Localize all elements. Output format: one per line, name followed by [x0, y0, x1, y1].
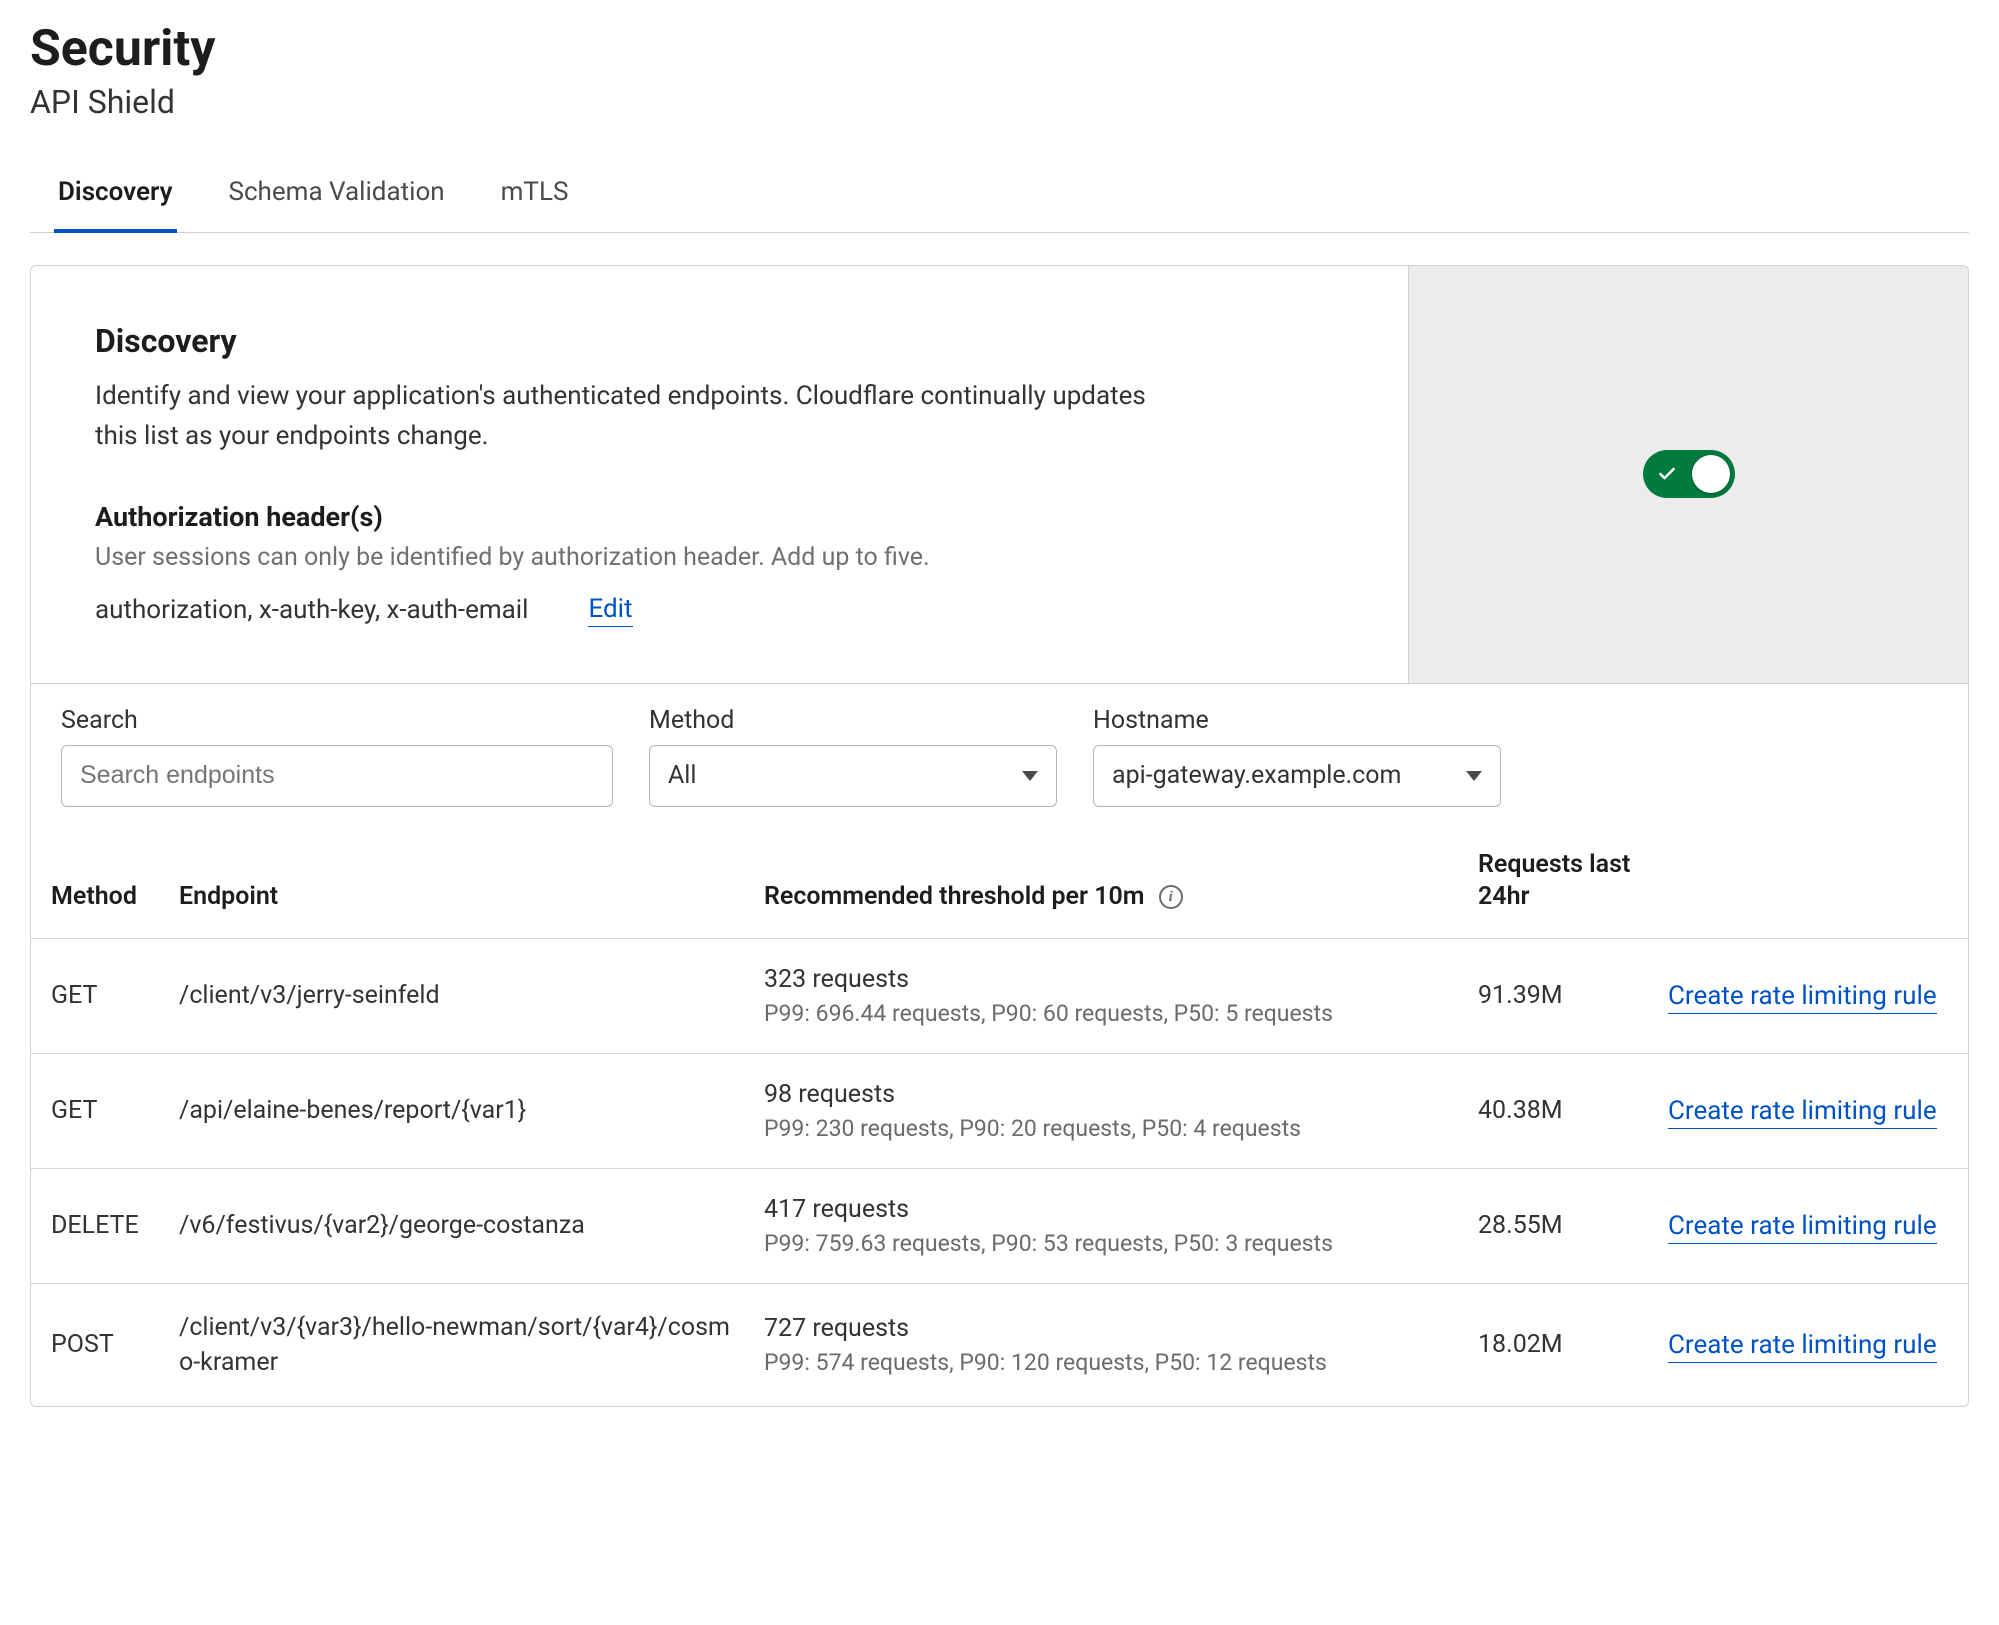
page-title: Security	[30, 22, 1969, 77]
endpoint-cell: /v6/festivus/{var2}/george-costanza	[169, 1168, 754, 1283]
toggle-knob	[1692, 455, 1730, 493]
threshold-sub: P99: 759.63 requests, P90: 53 requests, …	[764, 1230, 1458, 1257]
requests-cell: 40.38M	[1468, 1053, 1658, 1168]
table-row: GET/client/v3/jerry-seinfeld323 requests…	[31, 938, 1968, 1053]
col-method: Method	[31, 831, 169, 939]
col-requests: Requests last 24hr	[1468, 831, 1658, 939]
check-icon	[1657, 464, 1677, 488]
hostname-label: Hostname	[1093, 706, 1501, 735]
chevron-down-icon	[1466, 771, 1482, 781]
method-cell: GET	[31, 938, 169, 1053]
edit-link[interactable]: Edit	[588, 594, 632, 627]
table-row: DELETE/v6/festivus/{var2}/george-costanz…	[31, 1168, 1968, 1283]
page-subtitle: API Shield	[30, 83, 1969, 121]
enable-toggle[interactable]	[1643, 450, 1735, 498]
tab-mtls[interactable]: mTLS	[497, 177, 573, 233]
col-threshold-label: Recommended threshold per 10m	[764, 882, 1145, 911]
endpoint-cell: /api/elaine-benes/report/{var1}	[169, 1053, 754, 1168]
action-cell: Create rate limiting rule	[1658, 1283, 1968, 1406]
table-row: POST/client/v3/{var3}/hello-newman/sort/…	[31, 1283, 1968, 1406]
tab-schema-validation[interactable]: Schema Validation	[225, 177, 449, 233]
discovery-title: Discovery	[95, 322, 1348, 360]
threshold-cell: 727 requests P99: 574 requests, P90: 120 …	[754, 1283, 1468, 1406]
search-input[interactable]	[61, 745, 613, 807]
threshold-sub: P99: 574 requests, P90: 120 requests, P5…	[764, 1349, 1458, 1376]
discovery-description: Identify and view your application's aut…	[95, 376, 1175, 457]
table-row: GET/api/elaine-benes/report/{var1}98 req…	[31, 1053, 1968, 1168]
threshold-sub: P99: 230 requests, P90: 20 requests, P50…	[764, 1115, 1458, 1142]
threshold-sub: P99: 696.44 requests, P90: 60 requests, …	[764, 1000, 1458, 1027]
filters-row: Search Method All Hostname api-gateway.e…	[31, 683, 1968, 817]
search-label: Search	[61, 706, 613, 735]
threshold-cell: 323 requests P99: 696.44 requests, P90: 6…	[754, 938, 1468, 1053]
create-rate-limit-link[interactable]: Create rate limiting rule	[1668, 981, 1937, 1014]
endpoint-cell: /client/v3/jerry-seinfeld	[169, 938, 754, 1053]
auth-headers-value: authorization, x-auth-key, x-auth-email	[95, 595, 528, 625]
requests-cell: 28.55M	[1468, 1168, 1658, 1283]
action-cell: Create rate limiting rule	[1658, 1168, 1968, 1283]
endpoint-table: Method Endpoint Recommended threshold pe…	[31, 831, 1968, 1406]
endpoint-cell: /client/v3/{var3}/hello-newman/sort/{var…	[169, 1283, 754, 1406]
create-rate-limit-link[interactable]: Create rate limiting rule	[1668, 1330, 1937, 1363]
method-cell: GET	[31, 1053, 169, 1168]
method-select[interactable]: All	[649, 745, 1057, 807]
discovery-card: Discovery Identify and view your applica…	[30, 265, 1969, 1407]
chevron-down-icon	[1022, 771, 1038, 781]
hostname-select[interactable]: api-gateway.example.com	[1093, 745, 1501, 807]
method-cell: DELETE	[31, 1168, 169, 1283]
action-cell: Create rate limiting rule	[1658, 938, 1968, 1053]
threshold-main: 98 requests	[764, 1080, 1458, 1109]
col-action	[1658, 831, 1968, 939]
auth-headers-description: User sessions can only be identified by …	[95, 543, 1348, 572]
tab-discovery[interactable]: Discovery	[54, 177, 177, 233]
threshold-main: 323 requests	[764, 965, 1458, 994]
auth-headers-title: Authorization header(s)	[95, 501, 1348, 533]
col-endpoint: Endpoint	[169, 831, 754, 939]
tab-bar: Discovery Schema Validation mTLS	[30, 177, 1969, 233]
hostname-select-value: api-gateway.example.com	[1112, 761, 1401, 790]
threshold-main: 727 requests	[764, 1314, 1458, 1343]
requests-cell: 91.39M	[1468, 938, 1658, 1053]
create-rate-limit-link[interactable]: Create rate limiting rule	[1668, 1096, 1937, 1129]
col-threshold: Recommended threshold per 10m i	[754, 831, 1468, 939]
requests-cell: 18.02M	[1468, 1283, 1658, 1406]
threshold-main: 417 requests	[764, 1195, 1458, 1224]
method-cell: POST	[31, 1283, 169, 1406]
info-icon[interactable]: i	[1159, 885, 1183, 909]
threshold-cell: 417 requests P99: 759.63 requests, P90: 5…	[754, 1168, 1468, 1283]
method-select-value: All	[668, 761, 696, 790]
create-rate-limit-link[interactable]: Create rate limiting rule	[1668, 1211, 1937, 1244]
threshold-cell: 98 requests P99: 230 requests, P90: 20 re…	[754, 1053, 1468, 1168]
action-cell: Create rate limiting rule	[1658, 1053, 1968, 1168]
method-label: Method	[649, 706, 1057, 735]
